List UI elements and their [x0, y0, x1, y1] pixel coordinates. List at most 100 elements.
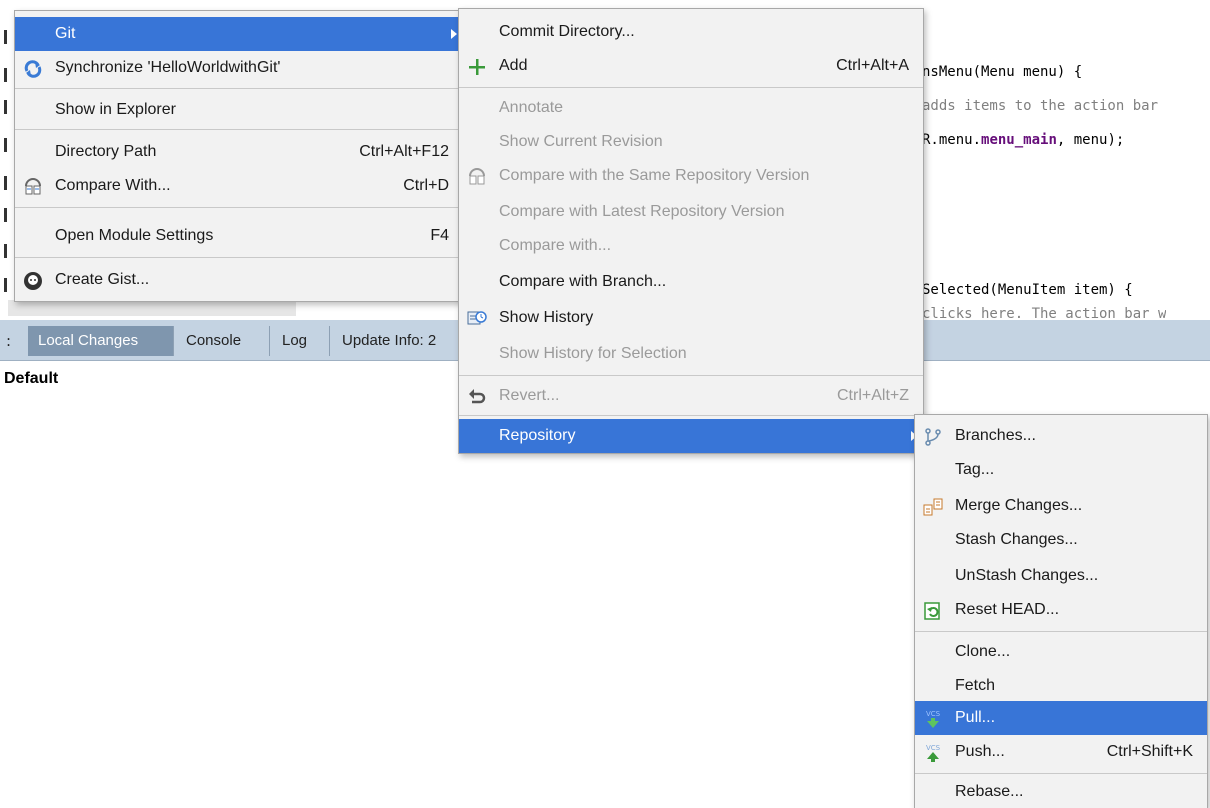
menu-item-shortcut: F4 [430, 227, 449, 244]
menu-item-compare-same-repo[interactable]: Compare with the Same Repository Version [459, 159, 923, 193]
menu-item-push[interactable]: VCS Push... Ctrl+Shift+K [915, 735, 1207, 769]
menu-item-annotate[interactable]: Annotate [459, 91, 923, 125]
menu-item-open-module-settings[interactable]: Open Module Settings F4 [15, 219, 463, 253]
changelist-default[interactable]: Default [4, 370, 58, 388]
submenu-arrow-icon [451, 29, 457, 39]
menu-item-label: Show History for Selection [499, 345, 687, 362]
menu-item-fetch[interactable]: Fetch [915, 669, 1207, 703]
menu-item-label: Compare with Branch... [499, 273, 667, 290]
menu-item-repository[interactable]: Repository [459, 419, 923, 453]
menu-item-label: Push... [955, 743, 1005, 760]
menu-item-label: Revert... [499, 387, 560, 404]
menu-separator [459, 415, 923, 416]
menu-item-label: Git [55, 25, 76, 42]
menu-item-label: Annotate [499, 99, 564, 116]
gutter-mark [4, 68, 7, 82]
code-text: R.menu. [922, 132, 982, 148]
menu-item-shortcut: Ctrl+Alt+A [836, 57, 909, 74]
menu-item-label: Rebase... [955, 783, 1024, 800]
tab-local-changes[interactable]: Local Changes [28, 326, 174, 356]
history-icon [467, 308, 487, 328]
menu-item-show-history[interactable]: Show History [459, 301, 923, 335]
tab-log[interactable]: Log [272, 326, 330, 356]
merge-icon [923, 496, 943, 516]
menu-item-compare-latest-repo[interactable]: Compare with Latest Repository Version [459, 195, 923, 229]
menu-item-compare-with[interactable]: Compare With... Ctrl+D [15, 169, 463, 203]
gutter-mark [4, 100, 7, 114]
repository-submenu: Branches... Tag... Merge Changes... Stas… [914, 414, 1208, 808]
branches-icon [923, 426, 943, 446]
menu-item-pull[interactable]: VCS Pull... [915, 701, 1207, 735]
menu-separator [459, 375, 923, 376]
menu-item-show-in-explorer[interactable]: Show in Explorer [15, 93, 463, 127]
tab-update-info[interactable]: Update Info: 2 [332, 326, 472, 356]
menu-item-rebase[interactable]: Rebase... [915, 777, 1207, 807]
vcs-label: VCS [926, 744, 941, 752]
menu-item-label: Synchronize 'HelloWorldwithGit' [55, 59, 281, 76]
revert-icon [467, 386, 487, 406]
code-keyword: menu_main [981, 132, 1057, 148]
menu-item-shortcut: Ctrl+Alt+F12 [359, 143, 449, 160]
menu-item-label: Repository [499, 427, 576, 444]
menu-item-stash-changes[interactable]: Stash Changes... [915, 523, 1207, 557]
compare-icon [23, 176, 43, 196]
menu-item-label: Compare With... [55, 177, 171, 194]
menu-item-reset-head[interactable]: Reset HEAD... [915, 593, 1207, 627]
menu-separator [459, 87, 923, 88]
menu-item-label: Compare with Latest Repository Version [499, 203, 785, 220]
gutter-mark [4, 138, 7, 152]
vcs-push-icon: VCS [923, 742, 943, 762]
menu-item-label: Stash Changes... [955, 531, 1078, 548]
code-comment-line: adds items to the action bar [922, 98, 1159, 114]
menu-item-label: UnStash Changes... [955, 567, 1099, 584]
vcs-label: VCS [926, 710, 941, 718]
menu-item-git[interactable]: Git [15, 17, 463, 51]
menu-item-label: Show in Explorer [55, 101, 176, 118]
menu-item-label: Show History [499, 309, 594, 326]
code-line: R.menu.menu_main, menu); [922, 132, 1124, 148]
code-text: , menu); [1056, 132, 1125, 148]
menu-item-label: Tag... [955, 461, 995, 478]
menu-item-tag[interactable]: Tag... [915, 453, 1207, 487]
gutter-mark [4, 278, 7, 292]
menu-item-revert[interactable]: Revert... Ctrl+Alt+Z [459, 379, 923, 413]
code-line: Selected(MenuItem item) { [922, 282, 1133, 298]
menu-item-create-gist[interactable]: Create Gist... [15, 263, 463, 297]
menu-item-clone[interactable]: Clone... [915, 635, 1207, 669]
menu-item-synchronize[interactable]: Synchronize 'HelloWorldwithGit' [15, 51, 463, 85]
gutter-mark [4, 244, 7, 258]
menu-separator [15, 88, 463, 89]
context-menu: Git Synchronize 'HelloWorldwithGit' Show… [14, 10, 464, 302]
menu-item-shortcut: Ctrl+D [403, 177, 449, 194]
tab-overflow-stub: : [6, 332, 12, 350]
menu-item-label: Open Module Settings [55, 227, 214, 244]
menu-item-label: Clone... [955, 643, 1011, 660]
menu-item-branches[interactable]: Branches... [915, 419, 1207, 453]
menu-item-compare-with-branch[interactable]: Compare with Branch... [459, 265, 923, 299]
compare-icon [467, 166, 487, 186]
menu-item-directory-path[interactable]: Directory Path Ctrl+Alt+F12 [15, 135, 463, 169]
menu-item-label: Directory Path [55, 143, 157, 160]
gutter-mark [4, 208, 7, 222]
menu-item-unstash-changes[interactable]: UnStash Changes... [915, 559, 1207, 593]
menu-item-compare-with[interactable]: Compare with... [459, 229, 923, 263]
menu-item-label: Pull... [955, 709, 996, 726]
menu-item-show-history-selection[interactable]: Show History for Selection [459, 337, 923, 371]
menu-item-add[interactable]: Add Ctrl+Alt+A [459, 49, 923, 83]
menu-separator [15, 257, 463, 258]
menu-item-label: Create Gist... [55, 271, 150, 288]
editor-scrollbar[interactable] [8, 300, 296, 316]
tab-console[interactable]: Console [176, 326, 270, 356]
menu-item-label: Show Current Revision [499, 133, 663, 150]
menu-separator [15, 207, 463, 208]
plus-icon [467, 56, 487, 76]
menu-item-label: Merge Changes... [955, 497, 1083, 514]
menu-item-label: Compare with the Same Repository Version [499, 167, 810, 184]
github-icon [23, 270, 43, 290]
gutter-mark [4, 176, 7, 190]
menu-item-commit-directory[interactable]: Commit Directory... [459, 15, 923, 49]
menu-separator [915, 773, 1207, 774]
code-comment-line: clicks here. The action bar w [922, 306, 1167, 318]
menu-item-merge-changes[interactable]: Merge Changes... [915, 489, 1207, 523]
menu-item-show-current-revision[interactable]: Show Current Revision [459, 125, 923, 159]
